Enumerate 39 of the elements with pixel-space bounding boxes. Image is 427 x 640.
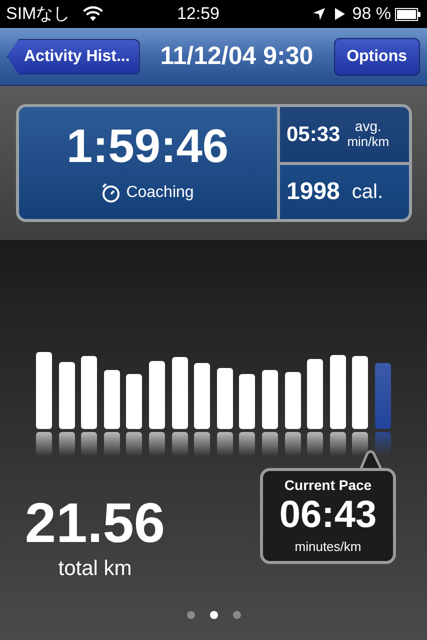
coaching-label: Coaching [126,182,194,202]
bar-reflection [216,432,233,456]
battery-label: 98 % [352,3,391,26]
bar-reflection [262,432,278,456]
bar-reflection [126,432,142,456]
current-pace-title: Current Pace [284,476,372,496]
pace-value: 05:33 [286,122,340,148]
bar-reflection [330,432,346,456]
bar-reflection [81,432,98,456]
bar-reflection [284,432,301,456]
clock-label: 12:59 [176,3,220,26]
carrier-label: SIMなし [6,3,70,26]
bar-reflection [307,432,324,456]
play-icon [334,7,346,21]
calories-unit: cal. [352,180,384,205]
distance-value: 21.56 [24,495,166,551]
battery-icon [395,8,421,20]
bar-reflection [352,432,368,456]
back-button[interactable]: Activity Hist... [7,38,140,74]
bar-reflection [172,432,188,456]
options-button[interactable]: Options [334,38,420,76]
current-pace-value: 06:43 [279,496,377,534]
bar-reflection [36,432,52,456]
bar-reflection [58,432,75,456]
distance-label: total km [58,556,132,582]
bar-reflection [104,432,120,456]
duration-value: 1:59:46 [66,122,228,168]
bar-reflection [374,432,391,456]
bar-reflection [149,432,166,456]
stopwatch-icon [101,182,122,202]
bar-reflection [194,432,210,456]
current-pace-unit: minutes/km [294,538,362,556]
wifi-icon [82,6,104,22]
bar-reflection [239,432,256,456]
navigation-title: 11/12/04 9:30 [160,40,314,72]
pace-label: avg. [354,119,382,135]
pace-unit: min/km [347,134,390,150]
calories-value: 1998 [286,176,340,207]
location-arrow-icon [312,7,326,21]
